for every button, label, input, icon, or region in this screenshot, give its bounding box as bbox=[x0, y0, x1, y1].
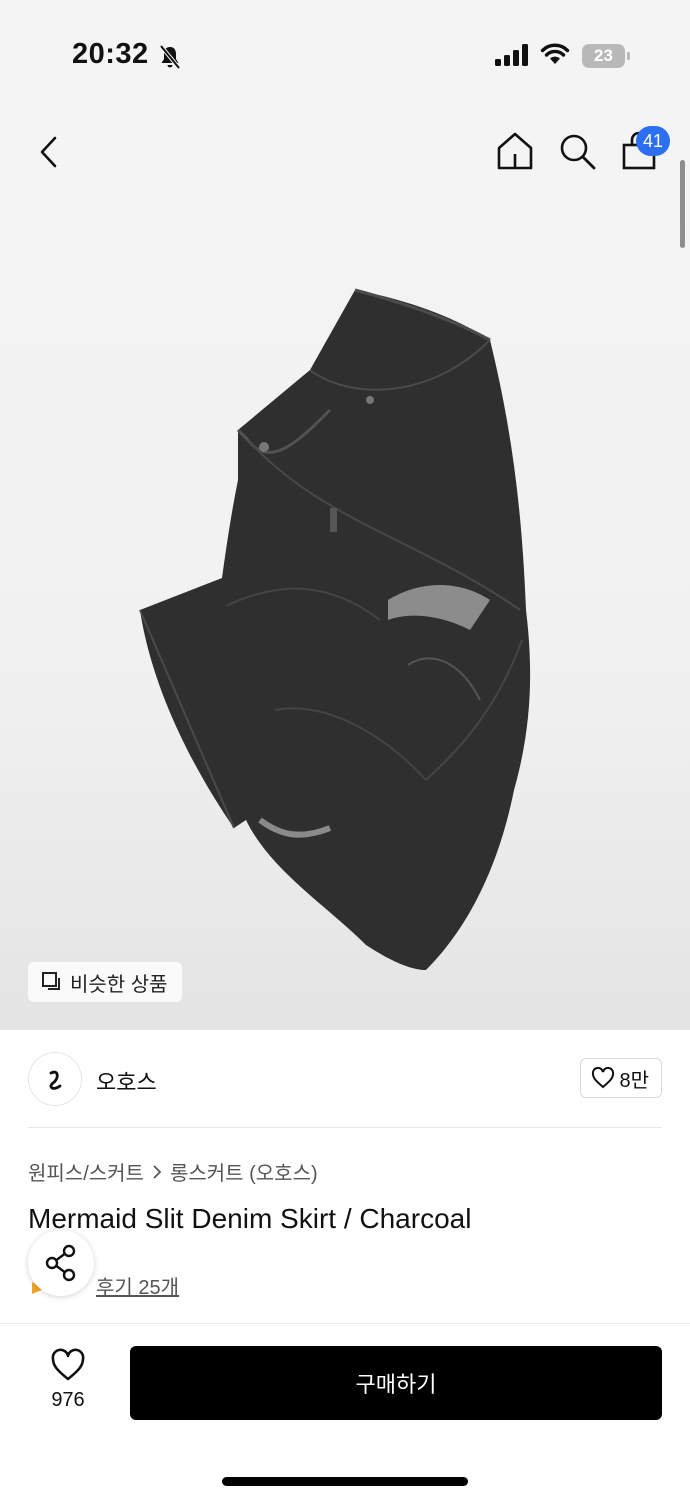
scrollbar[interactable] bbox=[680, 160, 685, 248]
product-image-gallery[interactable]: 41 비슷한 상품 bbox=[0, 110, 690, 1030]
brand-like-button[interactable]: 8만 bbox=[580, 1058, 662, 1098]
wishlist-button[interactable]: 976 bbox=[30, 1348, 106, 1418]
wifi-icon bbox=[540, 43, 570, 64]
battery-level: 23 bbox=[594, 46, 613, 65]
similar-products-label: 비슷한 상품 bbox=[70, 973, 168, 996]
similar-products-button[interactable]: 비슷한 상품 bbox=[28, 962, 182, 1002]
divider bbox=[28, 1127, 662, 1128]
similar-icon bbox=[42, 972, 60, 990]
bell-off-icon bbox=[159, 44, 181, 70]
home-indicator[interactable] bbox=[222, 1477, 468, 1486]
cart-count-badge: 41 bbox=[636, 126, 670, 156]
product-photo bbox=[139, 288, 531, 970]
share-icon bbox=[45, 1244, 76, 1282]
buy-button[interactable]: 구매하기 bbox=[130, 1346, 662, 1420]
brand-name[interactable]: 오호스 bbox=[96, 1065, 157, 1097]
brand-row: 오호스 8만 bbox=[28, 1052, 662, 1106]
brand-logo[interactable] bbox=[28, 1052, 82, 1106]
battery-icon: 23 bbox=[582, 44, 630, 68]
breadcrumb-subcategory[interactable]: 롱스커트 (오호스) bbox=[170, 1157, 318, 1186]
home-icon[interactable] bbox=[494, 130, 536, 172]
wishlist-count: 976 bbox=[51, 1389, 85, 1411]
back-arrow-icon[interactable] bbox=[30, 132, 70, 172]
share-button[interactable] bbox=[28, 1230, 94, 1296]
chevron-right-icon bbox=[153, 1164, 162, 1179]
status-bar: 20:32 23 bbox=[0, 0, 690, 110]
product-title: Mermaid Slit Denim Skirt / Charcoal bbox=[28, 1203, 472, 1234]
search-icon[interactable] bbox=[556, 130, 598, 172]
bottom-bar-divider bbox=[0, 1323, 690, 1324]
heart-icon bbox=[51, 1348, 85, 1381]
review-link[interactable]: 후기 25개 bbox=[96, 1271, 179, 1300]
brand-logo-mark bbox=[49, 1070, 62, 1090]
breadcrumb: 원피스/스커트 롱스커트 (오호스) bbox=[28, 1157, 318, 1186]
heart-icon bbox=[592, 1067, 615, 1089]
status-time: 20:32 bbox=[72, 38, 149, 70]
brand-like-count: 8만 bbox=[619, 1069, 649, 1092]
signal-icon bbox=[495, 44, 528, 66]
breadcrumb-category[interactable]: 원피스/스커트 bbox=[28, 1157, 144, 1186]
